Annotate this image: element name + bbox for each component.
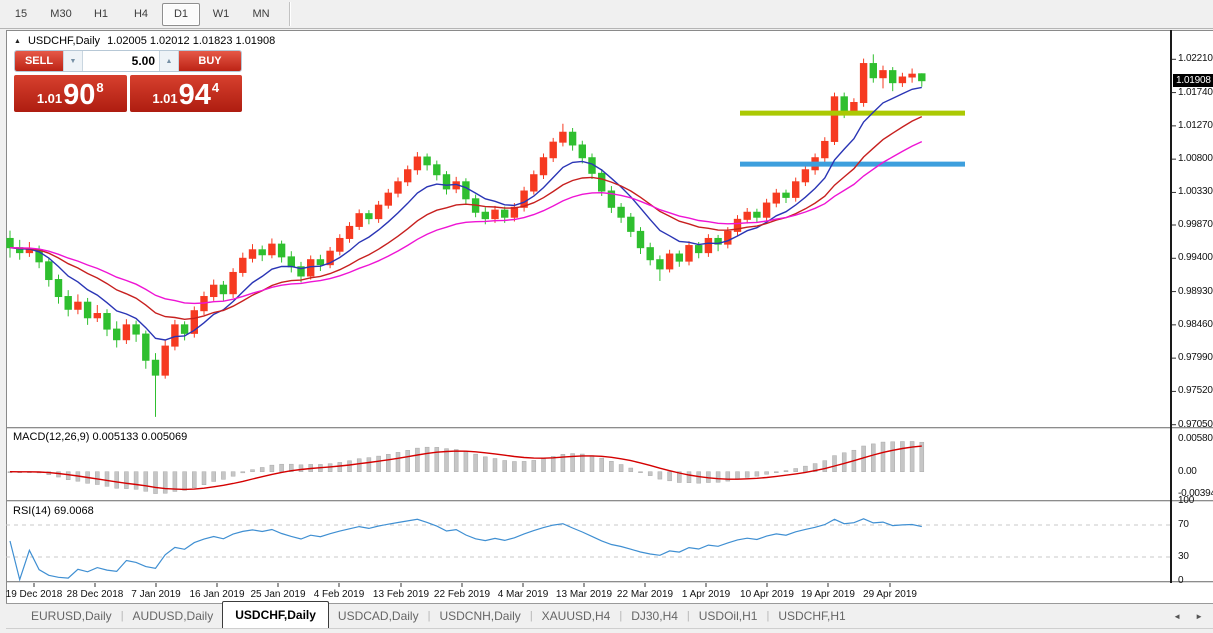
toolbar-separator	[289, 2, 291, 26]
price-axis-label: 0.99400	[1178, 252, 1213, 264]
price-axis-label: 0.98930	[1178, 285, 1213, 297]
chart-window: ▲ USDCHF,Daily 1.02005 1.02012 1.01823 1…	[5, 30, 1213, 633]
rsi-axis-label: 100	[1178, 495, 1195, 506]
date-axis-label: 29 Apr 2019	[863, 589, 917, 600]
current-price-badge: 1.01908	[1173, 74, 1213, 88]
chevron-up-icon: ▲	[165, 57, 173, 65]
timeframe-button-M30[interactable]: M30	[42, 3, 80, 26]
tab-USDCNH-Daily[interactable]: USDCNH,Daily	[430, 604, 529, 628]
date-axis-label: 13 Mar 2019	[555, 589, 613, 600]
price-axis-label: 1.00330	[1178, 186, 1213, 198]
price-axis-label: 0.97050	[1178, 418, 1213, 430]
price-axis-label: 1.01740	[1178, 86, 1213, 98]
tab-EURUSD-Daily[interactable]: EURUSD,Daily	[22, 604, 121, 628]
date-axis-label: 19 Apr 2019	[801, 589, 855, 600]
date-axis-label: 19 Dec 2018	[5, 589, 63, 600]
tab-bar-bottom-strip	[6, 628, 1213, 633]
tab-USDOil-H1[interactable]: USDOil,H1	[690, 604, 767, 628]
sell-price-sup: 8	[96, 80, 104, 95]
timeframe-toolbar: 15 M30 H1 H4 D1 W1 MN	[0, 0, 1213, 29]
tab-DJ30-H4[interactable]: DJ30,H4	[622, 604, 687, 628]
date-axis-label: 22 Mar 2019	[616, 589, 674, 600]
date-axis-label: 4 Feb 2019	[313, 589, 365, 600]
tab-USDCAD-Daily[interactable]: USDCAD,Daily	[329, 604, 428, 628]
buy-button[interactable]: BUY	[179, 51, 241, 71]
price-axis-label: 0.99870	[1178, 219, 1213, 230]
rsi-axis-label: 30	[1178, 551, 1189, 562]
ma-fast-line	[9, 86, 922, 341]
date-axis-label: 16 Jan 2019	[189, 589, 245, 600]
one-click-trade-panel: SELL ▼ ▲ BUY 1.01 90 8 1.01 94 4	[14, 50, 242, 112]
date-axis-label: 10 Apr 2019	[740, 589, 794, 600]
sell-button[interactable]: SELL	[15, 51, 63, 71]
price-axis-label: 1.02210	[1178, 53, 1213, 65]
sell-price-box[interactable]: 1.01 90 8	[14, 75, 127, 112]
symbol-tab-bar: EURUSD,Daily | AUDUSD,Daily USDCHF,Daily USD…	[6, 601, 1213, 628]
rsi-indicator-label: RSI(14) 69.0068	[13, 505, 94, 517]
tab-scroll-left-icon[interactable]: ◄	[1173, 612, 1181, 621]
tab-scroll-controls: ◄ ►	[1173, 612, 1203, 621]
chevron-down-icon: ▼	[69, 57, 77, 65]
rsi-axis-label: 70	[1178, 519, 1189, 530]
tab-USDCHF-H1[interactable]: USDCHF,H1	[769, 604, 854, 628]
date-axis-label: 1 Apr 2019	[681, 589, 731, 600]
timeframe-button-15[interactable]: 15	[2, 3, 40, 26]
date-axis-label: 28 Dec 2018	[66, 589, 124, 600]
date-axis-label: 22 Feb 2019	[433, 589, 491, 600]
price-axis-label: 0.98460	[1178, 318, 1213, 330]
rsi-line	[9, 518, 922, 582]
chart-symbol-label: USDCHF,Daily	[27, 35, 101, 47]
timeframe-button-MN[interactable]: MN	[242, 3, 280, 26]
macd-indicator-label: MACD(12,26,9) 0.005133 0.005069	[13, 431, 188, 443]
date-axis-label: 13 Feb 2019	[372, 589, 430, 600]
timeframe-button-H1[interactable]: H1	[82, 3, 120, 26]
date-axis-label: 25 Jan 2019	[250, 589, 306, 600]
chart-title: ▲ USDCHF,Daily 1.02005 1.02012 1.01823 1…	[14, 35, 275, 47]
rsi-axis-label: 0	[1178, 575, 1184, 586]
timeframe-button-W1[interactable]: W1	[202, 3, 240, 26]
buy-price-main: 1.01	[152, 91, 178, 106]
buy-price-box[interactable]: 1.01 94 4	[129, 75, 242, 112]
tab-scroll-right-icon[interactable]: ►	[1195, 612, 1203, 621]
tab-USDCHF-Daily[interactable]: USDCHF,Daily	[222, 601, 329, 628]
macd-axis-label: 0.005805	[1178, 433, 1213, 444]
one-click-panel-toggle-icon[interactable]: ▲	[14, 38, 21, 45]
buy-price-big: 94	[178, 79, 211, 111]
tab-XAUUSD-H4[interactable]: XAUUSD,H4	[533, 604, 620, 628]
volume-decrease-button[interactable]: ▼	[63, 51, 83, 71]
date-axis-label: 4 Mar 2019	[497, 589, 549, 600]
price-axis-label: 1.00800	[1178, 153, 1213, 165]
date-axis-label: 7 Jan 2019	[131, 589, 181, 600]
buy-price-sup: 4	[211, 80, 220, 95]
timeframe-button-D1[interactable]: D1	[162, 2, 200, 26]
price-axis-label: 1.01270	[1178, 119, 1213, 131]
macd-axis-label: 0.00	[1178, 465, 1197, 477]
sell-price-big: 90	[63, 79, 96, 111]
volume-increase-button[interactable]: ▲	[159, 51, 179, 71]
chart-ohlc-values: 1.02005 1.02012 1.01823 1.01908	[107, 35, 276, 47]
timeframe-button-H4[interactable]: H4	[122, 3, 160, 26]
sell-price-main: 1.01	[36, 91, 63, 106]
chart-canvas[interactable]	[6, 30, 1213, 632]
tab-AUDUSD-Daily[interactable]: AUDUSD,Daily	[124, 604, 223, 628]
volume-input[interactable]	[83, 51, 159, 71]
price-axis-label: 0.97520	[1178, 385, 1213, 397]
price-axis-label: 0.97990	[1178, 352, 1213, 364]
